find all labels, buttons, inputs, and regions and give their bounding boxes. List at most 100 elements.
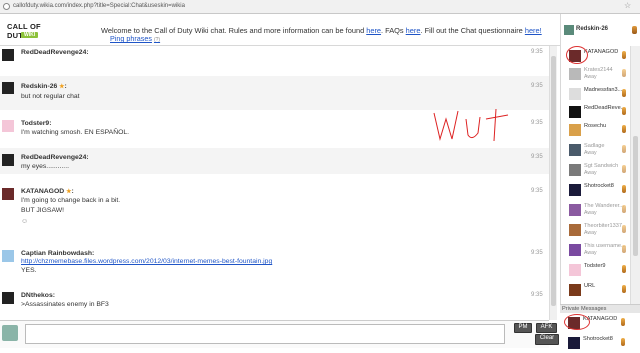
user-menu-icon[interactable] bbox=[622, 145, 626, 153]
faq-link[interactable]: here bbox=[406, 26, 421, 35]
chevron-down-icon[interactable] bbox=[632, 26, 637, 34]
avatar bbox=[569, 88, 581, 100]
user-name: Sgt Sandwich bbox=[584, 163, 619, 169]
welcome-mid: . FAQs bbox=[381, 26, 406, 35]
user-menu-icon[interactable] bbox=[622, 205, 626, 213]
user-name: RedDeadReve... bbox=[584, 105, 626, 111]
user-list-item[interactable]: The Wanderer... Away bbox=[561, 200, 630, 220]
message-text: my eyes............ bbox=[21, 163, 69, 170]
message-text: BUT JIGSAW! bbox=[21, 207, 65, 214]
avatar bbox=[569, 68, 581, 80]
afk-button[interactable]: AFK bbox=[536, 323, 557, 333]
user-list-item[interactable]: URL bbox=[561, 280, 630, 300]
user-list-scrollbar[interactable] bbox=[630, 46, 640, 304]
globe-icon bbox=[3, 3, 10, 10]
user-list-item[interactable]: Sadlage Away bbox=[561, 140, 630, 160]
scrollbar-thumb[interactable] bbox=[551, 56, 556, 306]
clear-button[interactable]: Clear bbox=[535, 334, 559, 345]
user-menu-icon[interactable] bbox=[622, 165, 626, 173]
user-list-item[interactable]: Shotrocket8 bbox=[561, 180, 630, 200]
user-list-item[interactable]: Krates2144 Away bbox=[561, 64, 630, 84]
avatar[interactable] bbox=[2, 292, 14, 304]
user-list-item[interactable]: This username... Away bbox=[561, 240, 630, 260]
user-list-item[interactable]: Rosechu bbox=[561, 120, 630, 140]
user-status: Away bbox=[584, 230, 597, 236]
message-time: 9:35 bbox=[531, 49, 543, 55]
chat-message: DNthekos: >Assassinates enemy in BF3 9:3… bbox=[0, 288, 549, 318]
ping-phrases-link[interactable]: Ping phrases (?) bbox=[110, 34, 160, 43]
avatar[interactable] bbox=[2, 82, 14, 94]
welcome-mid2: . Fill out the Chat questionnaire bbox=[420, 26, 525, 35]
user-menu-icon[interactable] bbox=[622, 107, 626, 115]
avatar bbox=[569, 184, 581, 196]
user-list-item[interactable]: Todster9 bbox=[561, 260, 630, 280]
user-status: Away bbox=[584, 170, 597, 176]
message-time: 9:35 bbox=[531, 83, 543, 89]
user-status: Away bbox=[584, 150, 597, 156]
user-menu-icon[interactable] bbox=[622, 245, 626, 253]
avatar bbox=[569, 204, 581, 216]
user-name: This username... bbox=[584, 243, 626, 249]
user-menu-icon[interactable] bbox=[622, 89, 626, 97]
user-menu-icon[interactable] bbox=[622, 265, 626, 273]
user-list[interactable]: KATANAGOD Krates2144 Away Madnessfan3... … bbox=[560, 46, 630, 304]
user-menu-icon[interactable] bbox=[622, 185, 626, 193]
user-menu-icon[interactable] bbox=[621, 338, 625, 346]
message-time: 9:35 bbox=[531, 188, 543, 194]
avatar bbox=[569, 264, 581, 276]
user-menu-icon[interactable] bbox=[622, 285, 626, 293]
help-icon[interactable]: (?) bbox=[154, 37, 160, 43]
message-text: >Assassinates enemy in BF3 bbox=[21, 301, 109, 308]
user-name: The Wanderer... bbox=[584, 203, 624, 209]
message-input-area: PM AFK Clear bbox=[0, 320, 559, 348]
pm-button[interactable]: PM bbox=[514, 323, 532, 333]
username-text: Redskin-26 bbox=[21, 83, 58, 90]
message-username[interactable]: RedDeadRevenge24: bbox=[21, 154, 89, 161]
message-username[interactable]: RedDeadRevenge24: bbox=[21, 49, 89, 56]
wiki-logo[interactable]: CALL OF DUTY WIKI bbox=[7, 22, 47, 44]
message-username[interactable]: Redskin-26 ★: bbox=[21, 83, 67, 90]
avatar[interactable] bbox=[2, 49, 14, 61]
avatar[interactable] bbox=[2, 154, 14, 166]
url-text[interactable]: callofduty.wikia.com/index.php?title=Spe… bbox=[13, 3, 185, 9]
message-text: YES. bbox=[21, 267, 37, 274]
user-list-item[interactable]: RedDeadReve... bbox=[561, 102, 630, 122]
emoticon-icon: ☺ bbox=[21, 218, 29, 225]
user-list-item[interactable]: Madnessfan3... bbox=[561, 84, 630, 104]
user-list-item[interactable]: Sgt Sandwich Away bbox=[561, 160, 630, 180]
user-menu-icon[interactable] bbox=[622, 69, 626, 77]
message-username[interactable]: DNthekos: bbox=[21, 292, 55, 299]
image-url-link[interactable]: http://chzmemebase.files.wordpress.com/2… bbox=[21, 258, 272, 265]
avatar bbox=[569, 106, 581, 118]
avatar bbox=[569, 244, 581, 256]
message-link[interactable]: http://chzmemebase.files.wordpress.com/2… bbox=[21, 258, 272, 265]
user-name: Shotrocket8 bbox=[583, 336, 613, 342]
logo-badge: WIKI bbox=[21, 32, 39, 38]
avatar[interactable] bbox=[2, 188, 14, 200]
message-input[interactable] bbox=[25, 324, 505, 344]
current-user-panel[interactable]: Redskin-26 bbox=[560, 14, 640, 46]
questionnaire-link[interactable]: here! bbox=[525, 26, 542, 35]
chat-message-list[interactable]: RedDeadRevenge24: 9:35 Redskin-26 ★: but… bbox=[0, 46, 549, 320]
rules-link[interactable]: here bbox=[366, 26, 381, 35]
bookmark-star-icon[interactable]: ☆ bbox=[624, 1, 631, 10]
avatar bbox=[568, 337, 580, 349]
avatar[interactable] bbox=[2, 250, 14, 262]
avatar[interactable] bbox=[2, 120, 14, 132]
chat-message: KATANAGOD ★: I'm going to change back in… bbox=[0, 184, 549, 236]
user-menu-icon[interactable] bbox=[621, 318, 625, 326]
message-time: 9:35 bbox=[531, 292, 543, 298]
message-username[interactable]: Captian Rainbowdash: bbox=[21, 250, 94, 257]
user-menu-icon[interactable] bbox=[622, 125, 626, 133]
user-name: Krates2144 bbox=[584, 67, 613, 73]
user-list-item[interactable]: Theorbiter1337 Away bbox=[561, 220, 630, 240]
private-message-item[interactable]: Shotrocket8 bbox=[560, 333, 630, 353]
user-name: Shotrocket8 bbox=[584, 183, 614, 189]
user-menu-icon[interactable] bbox=[622, 51, 626, 59]
message-username[interactable]: KATANAGOD ★: bbox=[21, 188, 74, 195]
user-menu-icon[interactable] bbox=[622, 225, 626, 233]
chat-scrollbar[interactable] bbox=[549, 46, 557, 320]
avatar bbox=[569, 224, 581, 236]
scrollbar-thumb[interactable] bbox=[633, 136, 638, 256]
message-username[interactable]: Todster9: bbox=[21, 120, 51, 127]
